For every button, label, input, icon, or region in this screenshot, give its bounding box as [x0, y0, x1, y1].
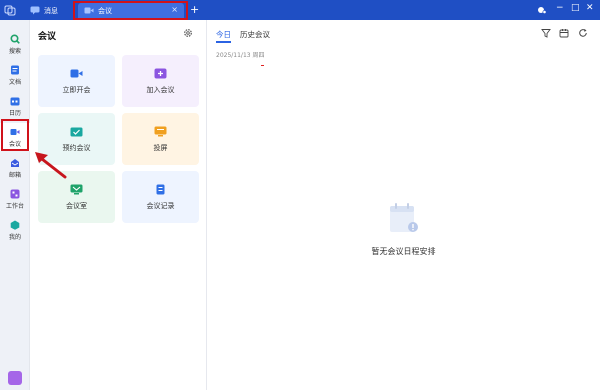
cast-card[interactable]: 投屏 — [122, 113, 199, 165]
annotation-arrow-icon — [35, 152, 67, 179]
empty-state-message: 暂无会议日程安排 — [371, 247, 436, 256]
sidebar-item-mail[interactable]: 邮箱 — [0, 154, 30, 182]
search-icon — [10, 33, 20, 44]
sidebar-item-workspace[interactable]: 工作台 — [0, 185, 30, 213]
card-label: 立即开会 — [62, 85, 91, 94]
sidebar-item-label: 日历 — [8, 109, 21, 117]
card-label: 投屏 — [153, 143, 168, 152]
current-date: 2025/11/13 周四 — [216, 52, 265, 59]
sidebar-item-docs[interactable]: 文档 — [0, 61, 30, 89]
highlight-box — [1, 119, 29, 151]
minimize-button[interactable]: − — [556, 3, 564, 13]
mail-icon — [11, 158, 19, 167]
record-icon — [156, 184, 165, 194]
add-tab-button[interactable]: + — [190, 3, 199, 16]
close-window-button[interactable]: ✕ — [586, 3, 594, 13]
tab-label: 消息 — [44, 6, 58, 15]
user-icon — [10, 220, 20, 230]
tab-messages[interactable]: 消息 — [30, 3, 72, 18]
room-icon — [70, 184, 83, 194]
highlight-box — [73, 1, 188, 20]
message-icon — [30, 6, 40, 15]
maximize-button[interactable]: □ — [571, 3, 580, 13]
active-tab-indicator — [216, 41, 231, 43]
cast-icon — [154, 126, 167, 136]
gear-icon[interactable] — [183, 28, 193, 38]
card-label: 会议记录 — [146, 201, 175, 210]
filter-icon[interactable] — [541, 28, 551, 38]
sidebar-item-label: 工作台 — [5, 202, 24, 210]
calendar-icon[interactable] — [559, 28, 569, 38]
doc-icon — [11, 65, 19, 74]
sidebar-item-label: 搜索 — [8, 47, 21, 55]
sidebar-item-me[interactable]: 我的 — [0, 216, 30, 244]
sidebar-item-calendar[interactable]: 日历 — [0, 92, 30, 120]
calendar-icon — [10, 97, 20, 105]
sidebar: 搜索 文档 日历 会议 邮箱 工作台 我的 — [0, 20, 30, 390]
sidebar-item-label: 我的 — [8, 233, 21, 241]
sidebar-item-label: 邮箱 — [8, 171, 21, 179]
meeting-record-card[interactable]: 会议记录 — [122, 171, 199, 223]
avatar[interactable] — [8, 371, 22, 385]
empty-schedule-icon — [390, 203, 418, 232]
settings-menu-icon[interactable] — [537, 5, 547, 15]
start-meeting-card[interactable]: 立即开会 — [38, 55, 115, 107]
app-logo-icon — [4, 5, 16, 16]
video-icon — [70, 69, 83, 77]
card-label: 加入会议 — [146, 85, 175, 94]
tab-today[interactable]: 今日 — [216, 29, 231, 40]
panel-title: 会议 — [38, 32, 57, 42]
tab-history[interactable]: 历史会议 — [240, 29, 270, 40]
sidebar-item-search[interactable]: 搜索 — [0, 30, 30, 58]
schedule-icon — [70, 127, 83, 136]
current-time-marker — [261, 65, 264, 66]
meeting-panel: 会议 立即开会 加入会议 预约会议 投屏 会议室 会议记录 — [30, 20, 207, 390]
schedule-area: 今日 历史会议 2025/11/13 周四 暂无会议日程安排 — [207, 20, 600, 390]
card-label: 会议室 — [66, 201, 87, 210]
sidebar-item-label: 文档 — [8, 78, 21, 86]
join-icon — [154, 68, 167, 78]
join-meeting-card[interactable]: 加入会议 — [122, 55, 199, 107]
refresh-icon[interactable] — [578, 28, 588, 38]
workspace-icon — [10, 189, 20, 198]
